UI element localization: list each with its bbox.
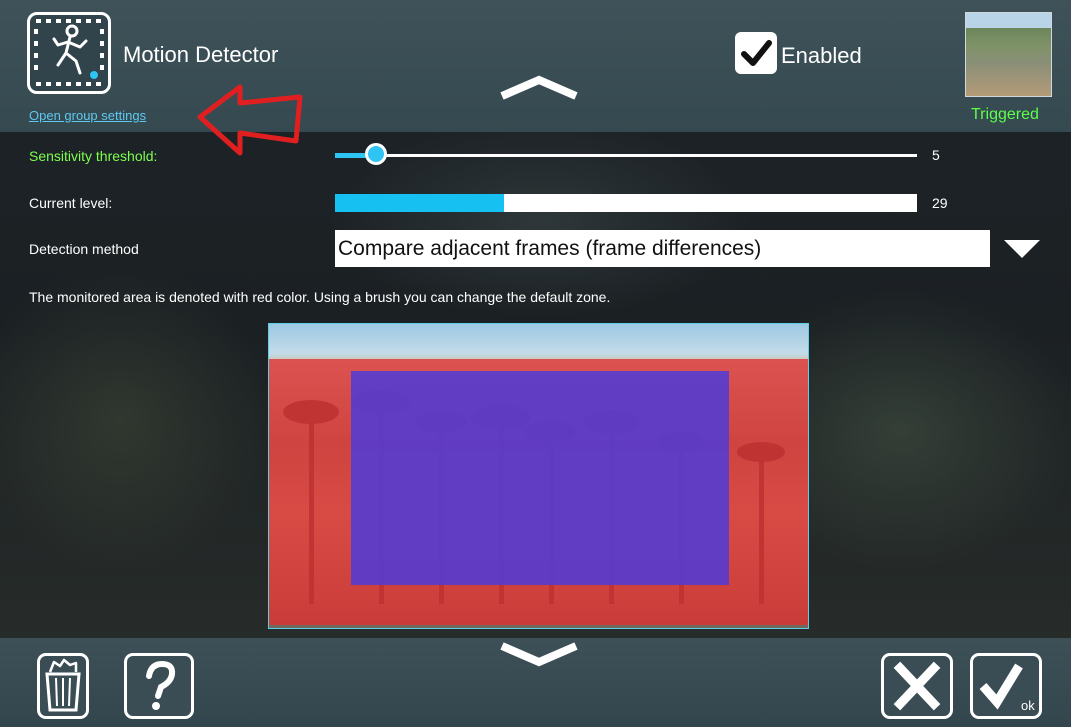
enabled-label: Enabled xyxy=(781,43,862,68)
sensitivity-label: Sensitivity threshold: xyxy=(29,148,158,164)
trash-icon xyxy=(45,658,81,712)
cancel-button[interactable] xyxy=(881,653,953,719)
dropdown-arrow-icon[interactable] xyxy=(1004,240,1040,260)
delete-button[interactable] xyxy=(37,653,89,719)
sensitivity-slider-knob[interactable] xyxy=(364,143,387,165)
status-triggered: Triggered xyxy=(971,106,1039,123)
page-title: Motion Detector xyxy=(123,42,279,67)
zone-info-text: The monitored area is denoted with red c… xyxy=(29,289,611,305)
help-button[interactable] xyxy=(124,653,194,719)
close-icon xyxy=(893,661,941,711)
sensitivity-value: 5 xyxy=(932,147,940,163)
camera-thumbnail[interactable] xyxy=(965,12,1052,97)
red-arrow-annotation-icon xyxy=(197,84,303,156)
current-level-bar xyxy=(335,194,917,212)
svg-text:ok: ok xyxy=(1021,698,1035,713)
current-level-label: Current level: xyxy=(29,195,113,211)
chevron-down-icon[interactable] xyxy=(500,642,578,668)
sensitivity-slider-track[interactable] xyxy=(335,154,917,157)
chevron-up-icon[interactable] xyxy=(500,74,578,100)
current-level-value: 29 xyxy=(932,195,948,211)
ok-button[interactable]: ok xyxy=(970,653,1042,719)
enabled-checkbox[interactable] xyxy=(735,32,777,74)
brush-zone xyxy=(351,371,729,585)
motion-detector-icon xyxy=(27,12,111,94)
detection-method-select[interactable]: Compare adjacent frames (frame differenc… xyxy=(335,230,990,267)
current-level-fill xyxy=(335,194,504,212)
open-group-settings-link[interactable]: Open group settings xyxy=(29,108,146,123)
detection-method-label: Detection method xyxy=(29,241,139,257)
check-icon xyxy=(741,40,772,66)
zone-editor-preview[interactable] xyxy=(268,323,809,629)
ok-check-icon: ok xyxy=(979,663,1035,713)
question-icon xyxy=(146,660,176,710)
